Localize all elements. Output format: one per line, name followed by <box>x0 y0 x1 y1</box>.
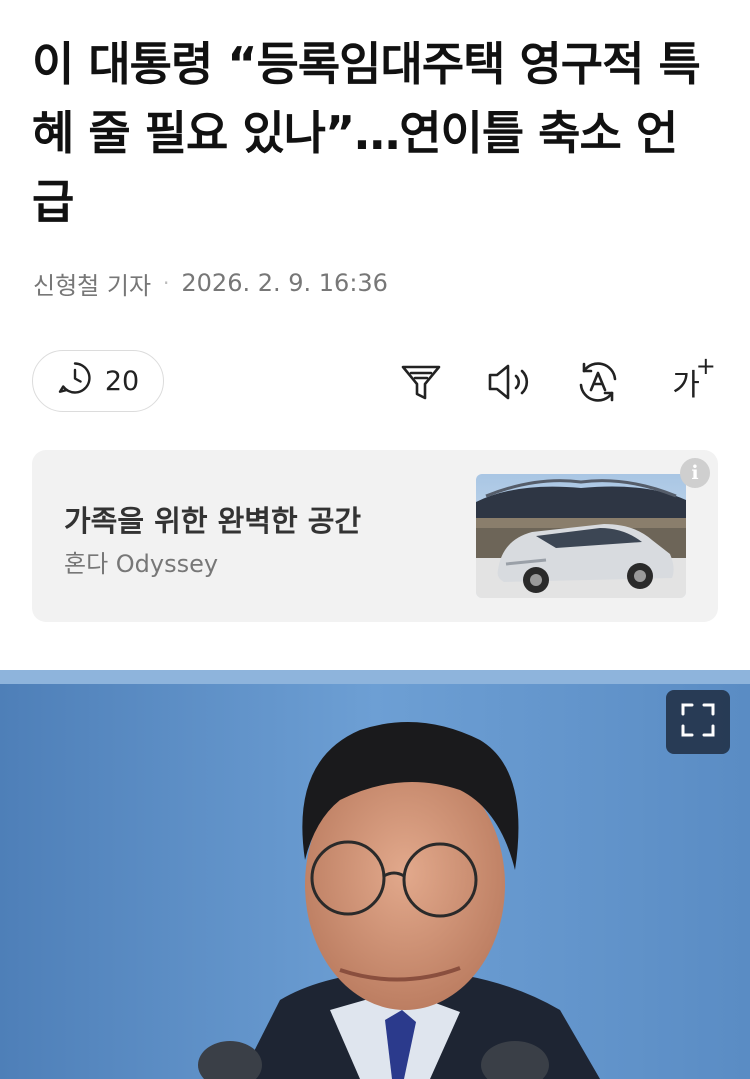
filter-button[interactable] <box>397 358 445 406</box>
ad-headline[interactable]: 가족을 위한 완벽한 공간 <box>64 498 361 540</box>
read-aloud-button[interactable] <box>486 358 534 406</box>
font-size-button[interactable]: 가 + <box>662 352 716 406</box>
byline: 신형철 기자 · 2026. 2. 9. 16:36 <box>33 265 388 301</box>
translate-icon <box>575 359 621 405</box>
expand-icon <box>680 702 716 742</box>
comment-button[interactable]: 20 <box>32 350 164 412</box>
speaker-icon <box>486 360 534 404</box>
article-photo[interactable] <box>0 670 750 1079</box>
article-headline: 이 대통령 “등록임대주택 영구적 특혜 줄 필요 있나”…연이틀 축소 언급 <box>32 37 701 229</box>
font-size-plus: + <box>695 352 716 380</box>
font-size-icon: 가 + <box>672 352 716 404</box>
byline-separator: · <box>163 271 170 295</box>
publish-datetime: 2026. 2. 9. 16:36 <box>181 269 388 297</box>
clock-comment-icon <box>57 360 93 403</box>
translate-button[interactable] <box>574 358 622 406</box>
reporter-name[interactable]: 신형철 기자 <box>33 266 151 301</box>
fullscreen-button[interactable] <box>666 690 730 754</box>
comment-count: 20 <box>104 365 140 397</box>
ad-subtitle[interactable]: 혼다 Odyssey <box>64 544 218 579</box>
ad-info-icon[interactable]: i <box>680 458 710 488</box>
filter-icon <box>399 360 443 404</box>
ad-car-image[interactable] <box>476 474 686 598</box>
ad-banner[interactable]: 가족을 위한 완벽한 공간 혼다 Odyssey i <box>32 450 718 622</box>
